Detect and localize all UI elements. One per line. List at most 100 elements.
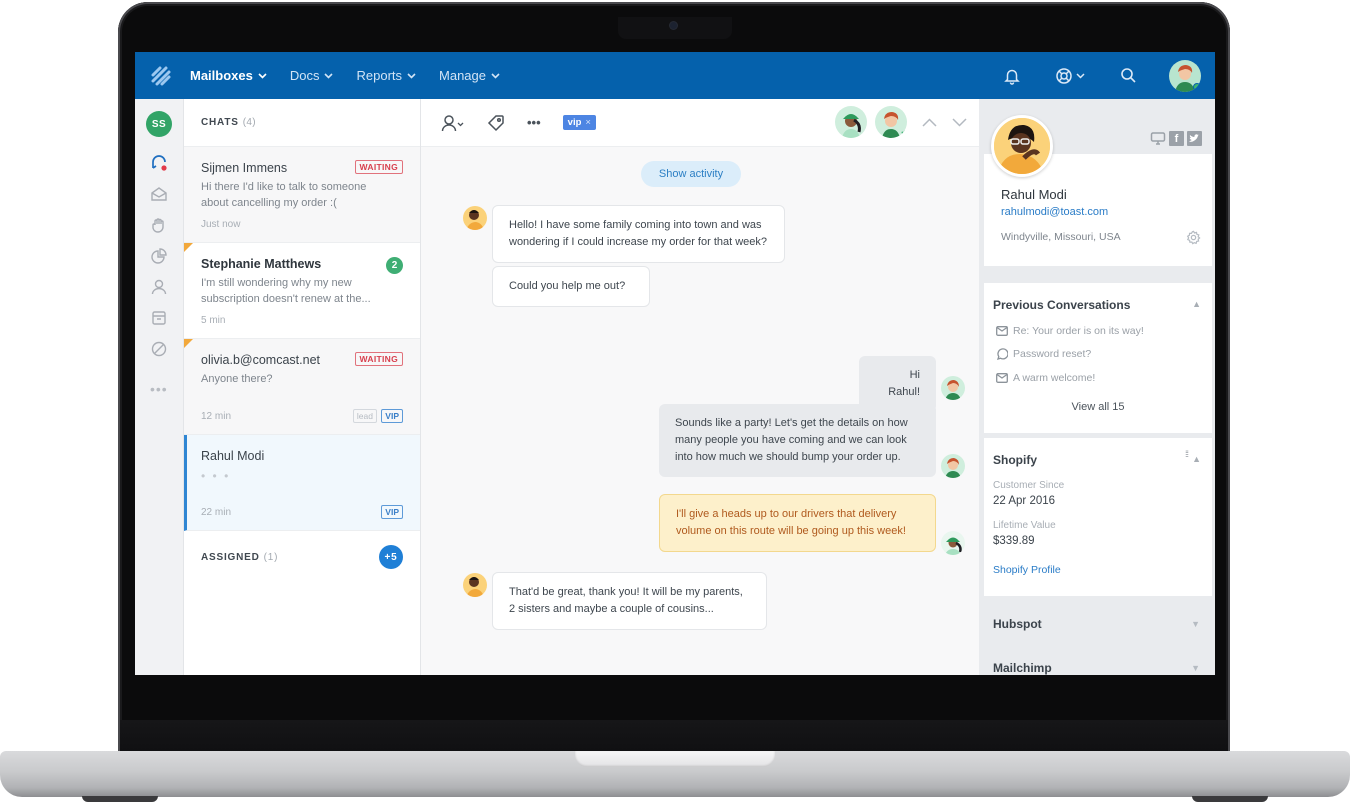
chat-list-item-selected[interactable]: Rahul Modi • • • 22 min VIP xyxy=(184,435,420,531)
chevron-down-icon xyxy=(258,72,267,79)
nav-reports[interactable]: Reports xyxy=(356,68,416,83)
facebook-icon[interactable]: f xyxy=(1169,131,1184,146)
my-avatar[interactable]: SS xyxy=(146,111,172,137)
assigned-count: (1) xyxy=(263,551,279,563)
chat-name: Rahul Modi xyxy=(201,449,265,463)
waiting-badge: WAITING xyxy=(354,160,403,174)
previous-conversations-title: Previous Conversations xyxy=(993,298,1131,312)
chat-list-item[interactable]: Sijmen Immens WAITING Hi there I'd like … xyxy=(184,147,420,243)
search-icon[interactable] xyxy=(1117,65,1139,87)
more-icon[interactable]: ••• xyxy=(150,381,168,399)
chevron-down-icon[interactable]: ▼ xyxy=(1191,619,1200,629)
nav-mailboxes[interactable]: Mailboxes xyxy=(190,68,267,83)
chevron-down-icon xyxy=(324,72,334,79)
check-icon: ✔ xyxy=(900,127,907,137)
message-bubble-customer: That'd be great, thank you! It will be m… xyxy=(492,572,767,630)
chat-bubble-icon xyxy=(996,348,1008,360)
chat-icon[interactable] xyxy=(150,154,168,172)
chevron-down-icon xyxy=(491,72,500,79)
customer-profile-avatar xyxy=(991,115,1053,177)
chats-header-label: CHATS xyxy=(201,117,239,128)
tag-icon[interactable] xyxy=(487,114,505,132)
drag-handle-icon[interactable]: ⁞⁞ xyxy=(1185,450,1189,459)
open-mail-icon[interactable] xyxy=(150,185,168,203)
chats-header: CHATS (4) xyxy=(184,99,420,147)
shopify-profile-link[interactable]: Shopify Profile xyxy=(993,564,1061,576)
nav-manage[interactable]: Manage xyxy=(439,68,500,83)
typing-indicator: • • • xyxy=(201,469,231,483)
lead-tag: lead xyxy=(352,409,377,423)
assign-user-button[interactable] xyxy=(441,114,465,132)
archive-icon[interactable] xyxy=(150,309,168,327)
chevron-down-icon xyxy=(407,72,416,79)
previous-conversation-item[interactable]: A warm welcome! xyxy=(996,372,1095,384)
hubspot-section-toggle[interactable]: Hubspot xyxy=(993,617,1042,631)
nav-right-actions xyxy=(971,59,1201,92)
more-actions-icon[interactable]: ••• xyxy=(527,115,541,130)
chevron-up-icon[interactable]: ▲ xyxy=(1192,299,1201,309)
bell-icon[interactable] xyxy=(1001,65,1023,87)
previous-conversation-label: A warm welcome! xyxy=(1013,372,1096,384)
hand-icon[interactable] xyxy=(150,216,168,234)
shopify-title: Shopify xyxy=(993,453,1037,467)
show-activity-button[interactable]: Show activity xyxy=(641,161,741,187)
previous-conversation-item[interactable]: Password reset? xyxy=(996,348,1091,360)
blocked-icon[interactable] xyxy=(150,340,168,358)
chat-list-item[interactable]: Stephanie Matthews 2 I'm still wondering… xyxy=(184,243,420,339)
conversation-pane: ••• vip × ✔ Show activity Hello! I have … xyxy=(421,99,979,675)
message-bubble-customer: Hello! I have some family coming into to… xyxy=(492,205,785,263)
message-bubble-agent: Sounds like a party! Let's get the detai… xyxy=(659,404,936,477)
next-conversation-button[interactable] xyxy=(951,114,967,130)
agent-avatar[interactable]: ✔ xyxy=(875,106,907,138)
chat-preview: Anyone there? xyxy=(201,373,273,385)
agent-avatar xyxy=(941,531,965,555)
camera-icon xyxy=(670,22,677,29)
device-icon[interactable] xyxy=(1150,131,1166,146)
unread-count-badge: 2 xyxy=(386,257,403,274)
app-screen: Mailboxes Docs Reports Manage SS ••• CHA… xyxy=(135,52,1215,675)
helpscout-logo-icon[interactable] xyxy=(150,65,172,87)
shopify-card: Shopify ⁞⁞ ▲ Customer Since 22 Apr 2016 … xyxy=(984,438,1212,596)
chevron-down-icon[interactable]: ▼ xyxy=(1191,663,1200,673)
chats-count: (4) xyxy=(242,117,256,128)
chat-time: Just now xyxy=(201,219,241,230)
customer-email-link[interactable]: rahulmodi@toast.com xyxy=(1001,206,1108,218)
waiting-badge: WAITING xyxy=(354,352,403,366)
toolbar-right: ✔ xyxy=(827,106,967,138)
nav-docs-label: Docs xyxy=(289,68,320,83)
view-all-conversations-link[interactable]: View all 15 xyxy=(984,401,1212,413)
lifetime-value: $339.89 xyxy=(993,535,1035,547)
previous-conversation-item[interactable]: Re: Your order is on its way! xyxy=(996,325,1144,337)
nav-docs[interactable]: Docs xyxy=(290,68,334,83)
more-assigned-badge[interactable]: +5 xyxy=(379,545,403,569)
nav-mailboxes-label: Mailboxes xyxy=(190,68,253,83)
vip-tag: VIP xyxy=(381,409,403,423)
help-lifebuoy-icon[interactable] xyxy=(1053,65,1087,87)
pie-chart-icon[interactable] xyxy=(150,247,168,265)
chevron-up-icon[interactable]: ▲ xyxy=(1192,454,1201,464)
customer-location: Windyville, Missouri, USA xyxy=(1001,231,1121,243)
laptop-foot xyxy=(82,796,158,802)
chevron-down-icon xyxy=(1076,72,1085,79)
chat-list: CHATS (4) Sijmen Immens WAITING Hi there… xyxy=(184,99,421,675)
conversation-toolbar: ••• vip × ✔ xyxy=(421,99,979,147)
chat-preview: Hi there I'd like to talk to someone abo… xyxy=(201,181,367,209)
online-status-dot xyxy=(1193,82,1201,91)
icon-rail: SS ••• xyxy=(135,99,184,675)
mailchimp-section-toggle[interactable]: Mailchimp xyxy=(993,661,1052,675)
person-icon[interactable] xyxy=(150,278,168,296)
laptop-chin xyxy=(120,720,1228,752)
user-avatar[interactable] xyxy=(1169,59,1201,92)
vip-tag-chip[interactable]: vip × xyxy=(562,115,596,130)
nav-reports-label: Reports xyxy=(356,68,403,83)
twitter-icon[interactable] xyxy=(1187,131,1202,146)
vip-tag: VIP xyxy=(381,505,403,519)
agent-avatar[interactable] xyxy=(835,106,867,138)
previous-conversation-button[interactable] xyxy=(921,114,937,130)
remove-tag-icon[interactable]: × xyxy=(585,117,591,128)
chat-list-item[interactable]: olivia.b@comcast.net WAITING Anyone ther… xyxy=(184,339,420,435)
assigned-section-header[interactable]: ASSIGNED (1) +5 xyxy=(184,531,420,583)
laptop-opening-notch xyxy=(575,751,775,767)
gear-icon[interactable] xyxy=(1186,230,1201,250)
agent-avatar xyxy=(941,376,965,400)
